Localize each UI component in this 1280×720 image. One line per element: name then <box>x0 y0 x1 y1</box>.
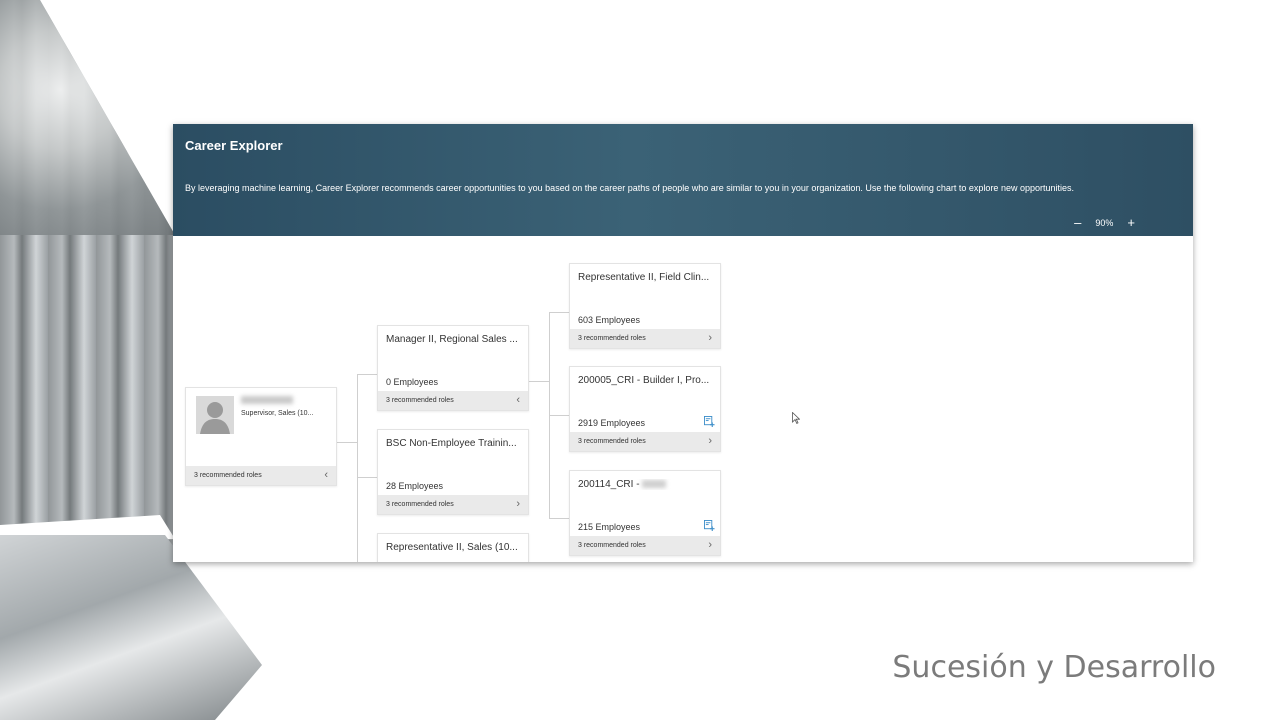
connector-line <box>549 415 569 416</box>
employee-count: 0 Employees <box>386 377 439 387</box>
recommended-roles-label: 3 recommended roles <box>194 472 262 479</box>
recommended-roles-bar[interactable]: 3 recommended roles › <box>570 536 720 555</box>
zoom-level: 90% <box>1095 218 1114 228</box>
header-banner: Career Explorer By leveraging machine le… <box>173 124 1193 236</box>
role-title-text: 200114_CRI - <box>578 479 643 490</box>
chevron-left-icon[interactable]: ‹ <box>324 469 328 481</box>
chevron-right-icon[interactable]: › <box>708 332 712 344</box>
employee-role: Supervisor, Sales (10... <box>241 410 314 417</box>
recommended-roles-bar[interactable]: 3 recommended roles ‹ <box>186 466 336 485</box>
chevron-right-icon[interactable]: › <box>708 435 712 447</box>
redacted-text <box>642 480 667 489</box>
role-card[interactable]: 200114_CRI - 215 Employees 3 recommended… <box>569 470 721 556</box>
role-card[interactable]: Manager II, Regional Sales ... 0 Employe… <box>377 325 529 411</box>
role-card[interactable]: Representative II, Field Clin... 603 Emp… <box>569 263 721 349</box>
chevron-right-icon[interactable]: › <box>516 498 520 510</box>
connector-line <box>357 374 377 375</box>
recommended-roles-label: 3 recommended roles <box>578 542 646 549</box>
role-card[interactable]: 200005_CRI - Builder I, Pro... 2919 Empl… <box>569 366 721 452</box>
page-title: Career Explorer <box>185 138 283 153</box>
role-title: Manager II, Regional Sales ... <box>386 334 518 345</box>
connector-line <box>336 442 357 443</box>
background-photo-top <box>0 0 175 235</box>
recommended-roles-bar[interactable]: 3 recommended roles › <box>378 495 528 514</box>
add-to-list-icon[interactable] <box>704 416 715 427</box>
recommended-roles-label: 3 recommended roles <box>578 438 646 445</box>
role-title: Representative II, Sales (10... <box>386 542 518 553</box>
role-title: 200114_CRI - <box>578 479 714 490</box>
recommended-roles-bar[interactable]: 3 recommended roles ‹ <box>378 391 528 410</box>
recommended-roles-label: 3 recommended roles <box>386 501 454 508</box>
current-employee-card[interactable]: Supervisor, Sales (10... 3 recommended r… <box>185 387 337 486</box>
employee-name-redacted <box>241 396 293 404</box>
connector-line <box>357 374 358 562</box>
recommended-roles-label: 3 recommended roles <box>386 397 454 404</box>
role-card[interactable]: BSC Non-Employee Trainin... 28 Employees… <box>377 429 529 515</box>
employee-count: 28 Employees <box>386 481 444 491</box>
career-explorer-window: Career Explorer By leveraging machine le… <box>173 124 1193 562</box>
connector-line <box>549 312 569 313</box>
role-card[interactable]: Representative II, Sales (10... <box>377 533 529 562</box>
employee-count: 215 Employees <box>578 522 641 532</box>
chevron-left-icon[interactable]: ‹ <box>516 394 520 406</box>
connector-line <box>528 381 549 382</box>
page-description: By leveraging machine learning, Career E… <box>185 183 1074 193</box>
zoom-out-button[interactable]: – <box>1074 216 1081 229</box>
role-title: 200005_CRI - Builder I, Pro... <box>578 375 710 386</box>
mouse-cursor-icon <box>792 412 800 424</box>
zoom-in-button[interactable]: + <box>1127 216 1135 229</box>
role-title: Representative II, Field Clin... <box>578 272 710 283</box>
recommended-roles-bar[interactable]: 3 recommended roles › <box>570 432 720 451</box>
connector-line <box>549 518 569 519</box>
chevron-right-icon[interactable]: › <box>708 539 712 551</box>
employee-count: 603 Employees <box>578 315 641 325</box>
role-title: BSC Non-Employee Trainin... <box>386 438 517 449</box>
slide-title: Sucesión y Desarrollo <box>892 650 1216 685</box>
add-to-list-icon[interactable] <box>704 520 715 531</box>
zoom-control: – 90% + <box>1074 216 1135 229</box>
recommended-roles-bar[interactable]: 3 recommended roles › <box>570 329 720 348</box>
recommended-roles-label: 3 recommended roles <box>578 335 646 342</box>
avatar <box>196 396 234 434</box>
connector-line <box>357 477 377 478</box>
career-chart: Supervisor, Sales (10... 3 recommended r… <box>173 236 1193 562</box>
employee-count: 2919 Employees <box>578 418 646 428</box>
